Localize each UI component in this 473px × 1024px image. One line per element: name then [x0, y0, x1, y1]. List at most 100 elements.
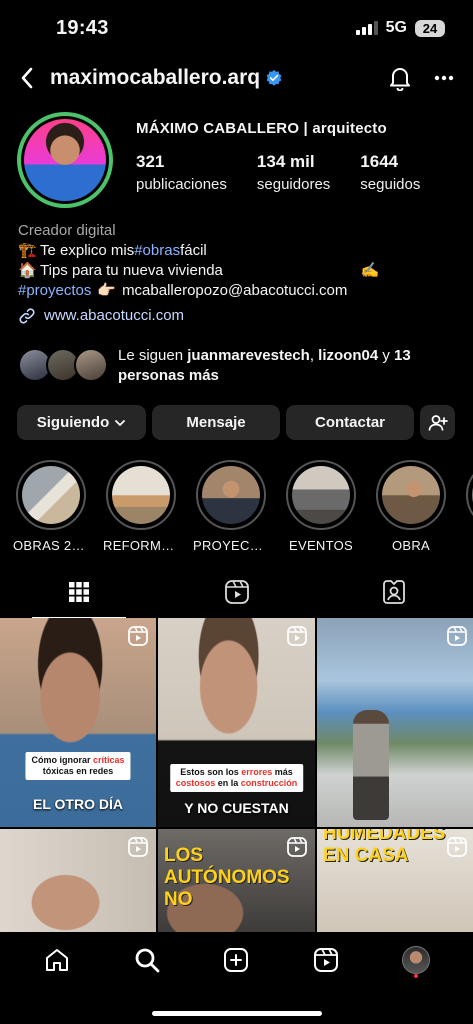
- bio-email: mcaballeropozo@abacotucci.com: [122, 282, 348, 299]
- message-button[interactable]: Mensaje: [152, 405, 280, 440]
- verified-icon: [266, 69, 282, 86]
- back-icon[interactable]: [14, 65, 40, 91]
- tab-tagged[interactable]: [315, 566, 473, 618]
- following-label: Siguiendo: [36, 414, 110, 431]
- highlight-cover: [112, 466, 170, 524]
- add-user-icon: [428, 414, 448, 431]
- nav-create[interactable]: [216, 940, 256, 980]
- highlight-item[interactable]: REFORMA...: [103, 460, 179, 553]
- bio-text: fácil: [180, 242, 207, 259]
- highlight-item[interactable]: EVENTOS: [283, 460, 359, 553]
- tab-reels[interactable]: [158, 566, 316, 618]
- status-bar: 19:43 5G 24: [0, 0, 473, 56]
- stat-following[interactable]: 1644 seguidos: [360, 152, 420, 193]
- profile-stats: 321 publicaciones 134 mil seguidores 164…: [136, 152, 450, 193]
- post-overlay-text: HUMEDADES EN CASA: [323, 829, 446, 866]
- person-figure: [353, 710, 389, 820]
- reel-badge-icon: [447, 626, 467, 646]
- stat-value: 134 mil: [256, 152, 315, 171]
- stat-followers[interactable]: 134 mil seguidores: [257, 152, 330, 193]
- stat-label: publicaciones: [136, 176, 227, 193]
- posts-grid: Cómo ignorar críticas tóxicas en redes EL…: [0, 618, 473, 932]
- highlight-label: REFORMA...: [103, 538, 179, 553]
- profile-avatar[interactable]: [17, 112, 113, 208]
- tab-posts-grid[interactable]: [0, 566, 158, 618]
- highlight-label: EVENTOS: [289, 538, 353, 553]
- status-time: 19:43: [56, 16, 109, 39]
- post-overlay-text: Y NO CUESTAN: [184, 800, 289, 816]
- profile-tabs: [0, 566, 473, 618]
- stat-value: 321: [136, 152, 165, 171]
- stat-label: seguidos: [360, 176, 421, 193]
- post-thumbnail[interactable]: Estos son los errores más costosos en la …: [158, 618, 315, 827]
- bottom-navigation: [0, 932, 473, 1024]
- display-name: MÁXIMO CABALLERO | arquitecto: [136, 120, 387, 137]
- highlight-cover: [202, 466, 260, 524]
- chevron-down-icon: [115, 419, 126, 426]
- house-emoji: 🏠: [18, 262, 37, 279]
- highlight-item[interactable]: OBRA: [373, 460, 449, 553]
- highlight-label: OBRA: [391, 538, 431, 553]
- highlight-label: PROYECTOS: [193, 538, 269, 553]
- stat-label: seguidores: [256, 176, 331, 193]
- highlight-label: OBRAS 2025: [13, 538, 89, 553]
- nav-search[interactable]: [127, 940, 167, 980]
- followed-by-text: Le siguen juanmarevestech, lizoon04 y 13…: [118, 347, 411, 384]
- network-label: 5G: [385, 19, 407, 36]
- highlight-item[interactable]: OBRAS 2025: [13, 460, 89, 553]
- followed-by[interactable]: Le siguen juanmarevestech, lizoon04 y 13…: [18, 346, 458, 386]
- post-overlay-text: EL OTRO DÍA: [33, 796, 123, 812]
- contact-button[interactable]: Contactar: [286, 405, 414, 440]
- post-overlay-text: LOS AUTÓNOMOS NO: [164, 845, 290, 910]
- following-button[interactable]: Siguiendo: [17, 405, 146, 440]
- post-thumbnail[interactable]: [317, 618, 473, 827]
- bio-line: 🏠 Tips para tu nueva vivienda ✍️: [18, 261, 458, 281]
- nav-home[interactable]: [37, 940, 77, 980]
- link-icon: [19, 308, 35, 324]
- bio-category: Creador digital: [18, 222, 116, 239]
- post-thumbnail[interactable]: LOS AUTÓNOMOS NO: [158, 829, 315, 932]
- battery-icon: 24: [415, 19, 445, 37]
- grid-icon: [68, 582, 89, 602]
- profile-bio: Creador digital 🏗️ Te explico mis #obras…: [18, 221, 458, 326]
- highlight-item[interactable]: IN: [463, 460, 473, 553]
- avatar: [74, 348, 108, 382]
- website-url: www.abacotucci.com: [44, 307, 185, 324]
- profile-actions: Siguiendo Mensaje Contactar: [17, 405, 455, 440]
- bell-icon[interactable]: [385, 63, 415, 93]
- highlight-cover: [22, 466, 80, 524]
- stat-value: 1644: [360, 152, 399, 171]
- reel-badge-icon: [128, 626, 148, 646]
- post-thumbnail[interactable]: HUMEDADES EN CASA: [317, 829, 473, 932]
- writing-emoji: ✍️: [360, 262, 380, 279]
- mutual-avatars: [18, 348, 110, 384]
- status-indicators: 5G 24: [355, 19, 445, 37]
- nav-profile[interactable]: [396, 940, 436, 980]
- signal-icon: [355, 21, 378, 35]
- post-caption: Cómo ignorar críticas tóxicas en redes: [25, 752, 131, 780]
- reel-badge-icon: [287, 626, 307, 646]
- pointing-emoji: 👉🏻: [97, 282, 117, 299]
- post-thumbnail[interactable]: Cómo ignorar críticas tóxicas en redes EL…: [0, 618, 156, 827]
- bio-line: #proyectos 👉🏻 mcaballeropozo@abacotucci.…: [18, 281, 458, 301]
- highlight-item[interactable]: PROYECTOS: [193, 460, 269, 553]
- highlight-label: IN: [463, 538, 473, 553]
- reel-badge-icon: [128, 837, 148, 857]
- crane-emoji: 🏗️: [18, 242, 37, 259]
- tagged-icon: [383, 580, 406, 604]
- website-link[interactable]: www.abacotucci.com: [18, 306, 458, 326]
- stat-posts[interactable]: 321 publicaciones: [136, 152, 227, 193]
- post-thumbnail[interactable]: [0, 829, 156, 932]
- notification-dot: [414, 974, 419, 978]
- hashtag-link[interactable]: #proyectos: [18, 281, 91, 301]
- more-icon[interactable]: [429, 63, 459, 93]
- nav-reels[interactable]: [306, 940, 346, 980]
- home-icon: [45, 949, 68, 971]
- hashtag-link[interactable]: #obras: [134, 241, 180, 261]
- avatar: [402, 946, 431, 974]
- post-caption: Estos son los errores más costosos en la …: [169, 764, 304, 792]
- username: maximocaballero.arq: [50, 66, 261, 89]
- create-post-icon: [224, 948, 249, 972]
- add-user-button[interactable]: [420, 405, 455, 440]
- reels-icon: [314, 948, 339, 972]
